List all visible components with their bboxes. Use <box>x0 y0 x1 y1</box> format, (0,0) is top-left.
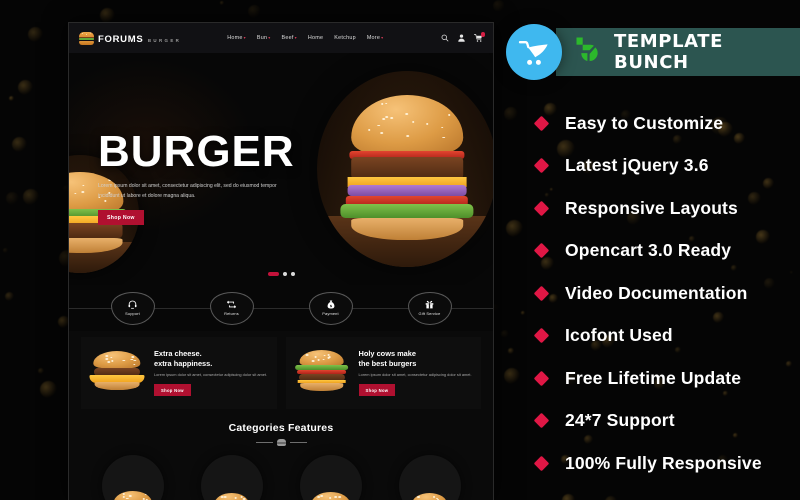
diamond-bullet-icon <box>534 200 550 216</box>
promo-shop-now-button[interactable]: Shop Now <box>154 384 191 396</box>
feature-label: Responsive Layouts <box>565 198 738 219</box>
diamond-bullet-icon <box>534 285 550 301</box>
menu-item-home-2[interactable]: Home <box>308 35 323 41</box>
product-thumb[interactable] <box>102 455 164 500</box>
categories-section: Categories Features <box>69 409 493 500</box>
feature-label: Latest jQuery 3.6 <box>565 155 709 176</box>
diamond-bullet-icon <box>534 328 550 344</box>
diamond-bullet-icon <box>534 158 550 174</box>
money-bag-icon: $ Payment <box>309 292 353 325</box>
shopping-cart-icon[interactable] <box>474 34 483 42</box>
brand-row: TEMPLATE BUNCH <box>506 24 800 80</box>
menu-item-home[interactable]: Home▾ <box>227 35 246 41</box>
promo-shop-now-button[interactable]: Shop Now <box>359 384 396 396</box>
feature-item: 100% Fully Responsive <box>536 442 800 485</box>
template-bunch-logo-icon <box>574 35 604 70</box>
menu-item-bun[interactable]: Bun▾ <box>257 35 271 41</box>
hero-shop-now-button[interactable]: Shop Now <box>98 210 144 225</box>
product-thumb[interactable] <box>201 455 263 500</box>
feature-list: Easy to Customize Latest jQuery 3.6 Resp… <box>536 102 800 485</box>
feature-label: 100% Fully Responsive <box>565 453 762 474</box>
promo-text: Lorem ipsum dolor sit amet, consectetur … <box>154 372 270 379</box>
user-account-icon[interactable] <box>458 34 465 42</box>
menu-item-ketchup[interactable]: Ketchup <box>334 35 356 41</box>
template-bunch-banner: TEMPLATE BUNCH <box>556 28 800 76</box>
feature-label: Opencart 3.0 Ready <box>565 240 731 261</box>
diamond-bullet-icon <box>534 370 550 386</box>
headset-support-icon: Support <box>111 292 155 325</box>
hero-slider: BURGER Lorem ipsum dolor sit amet, conse… <box>69 53 493 285</box>
service-returns[interactable]: Returns <box>208 292 256 325</box>
service-label: Returns <box>224 311 239 316</box>
product-thumb[interactable] <box>399 455 461 500</box>
feature-label: Icofont Used <box>565 325 673 346</box>
logo-line-1: FORUMS <box>98 34 143 45</box>
service-label: Gift Service <box>419 311 441 316</box>
service-support[interactable]: Support <box>109 292 157 325</box>
feature-label: Free Lifetime Update <box>565 368 741 389</box>
feature-item: Easy to Customize <box>536 102 800 145</box>
feature-item: Free Lifetime Update <box>536 357 800 400</box>
menu-item-more[interactable]: More▾ <box>367 35 384 41</box>
return-arrows-icon: Returns <box>210 292 254 325</box>
promo-burger-image <box>85 344 149 402</box>
search-icon[interactable] <box>441 34 449 42</box>
slider-pagination <box>69 272 493 276</box>
slider-dot-2[interactable] <box>283 272 287 276</box>
service-gift[interactable]: Gift Service <box>406 292 454 325</box>
feature-item: Opencart 3.0 Ready <box>536 230 800 273</box>
promo-burger-image <box>290 344 354 402</box>
service-label: Payment <box>322 311 338 316</box>
preview-header: FORUMS BURGER Home▾ Bun▾ Beef▾ Home Ketc… <box>69 23 493 53</box>
page-wrap: FORUMS BURGER Home▾ Bun▾ Beef▾ Home Ketc… <box>0 0 800 500</box>
hero-title: BURGER <box>98 131 313 173</box>
feature-item: Latest jQuery 3.6 <box>536 145 800 188</box>
main-menu: Home▾ Bun▾ Beef▾ Home Ketchup More▾ <box>227 35 383 41</box>
marketing-panel: TEMPLATE BUNCH Easy to Customize Latest … <box>500 0 800 500</box>
slider-dot-3[interactable] <box>291 272 295 276</box>
services-strip: Support Returns $ Payment Gift Service <box>69 285 493 331</box>
hero-copy: BURGER Lorem ipsum dolor sit amet, conse… <box>98 131 313 225</box>
promo-heading-line2: the best burgers <box>359 359 417 368</box>
promo-card-cows[interactable]: Holy cows make the best burgers Lorem ip… <box>286 337 482 409</box>
product-thumb-row <box>69 446 493 500</box>
feature-label: Easy to Customize <box>565 113 723 134</box>
service-payment[interactable]: $ Payment <box>307 292 355 325</box>
service-label: Support <box>125 311 140 316</box>
promo-text: Lorem ipsum dolor sit amet, consectetur … <box>359 372 475 379</box>
opencart-cart-icon <box>506 24 562 80</box>
hero-burger-image-right <box>317 71 493 267</box>
gift-box-icon: Gift Service <box>408 292 452 325</box>
promo-heading-line1: Holy cows make <box>359 349 417 358</box>
burger-logo-icon <box>79 32 94 45</box>
product-thumb[interactable] <box>300 455 362 500</box>
website-preview-mock: FORUMS BURGER Home▾ Bun▾ Beef▾ Home Ketc… <box>68 22 494 500</box>
burger-divider-icon <box>69 439 493 446</box>
slider-dot-1[interactable] <box>268 272 279 276</box>
promo-heading-line2: extra happiness. <box>154 359 212 368</box>
promo-card-cheese[interactable]: Extra cheese. extra happiness. Lorem ips… <box>81 337 277 409</box>
diamond-bullet-icon <box>534 243 550 259</box>
hero-paragraph: Lorem ipsum dolor sit amet, consectetur … <box>98 182 294 201</box>
categories-title: Categories Features <box>69 422 493 434</box>
diamond-bullet-icon <box>534 115 550 131</box>
logo-line-2: BURGER <box>148 38 181 43</box>
promo-card-row: Extra cheese. extra happiness. Lorem ips… <box>69 331 493 409</box>
diamond-bullet-icon <box>534 455 550 471</box>
feature-item: Responsive Layouts <box>536 187 800 230</box>
cart-count-badge <box>481 32 486 37</box>
header-icon-group <box>441 34 483 42</box>
feature-label: Video Documentation <box>565 283 747 304</box>
promo-heading-line1: Extra cheese. <box>154 349 202 358</box>
menu-item-beef[interactable]: Beef▾ <box>282 35 297 41</box>
feature-item: 24*7 Support <box>536 400 800 443</box>
feature-item: Icofont Used <box>536 315 800 358</box>
feature-label: 24*7 Support <box>565 410 675 431</box>
diamond-bullet-icon <box>534 413 550 429</box>
template-bunch-name: TEMPLATE BUNCH <box>614 31 786 73</box>
site-logo[interactable]: FORUMS BURGER <box>79 30 181 46</box>
feature-item: Video Documentation <box>536 272 800 315</box>
